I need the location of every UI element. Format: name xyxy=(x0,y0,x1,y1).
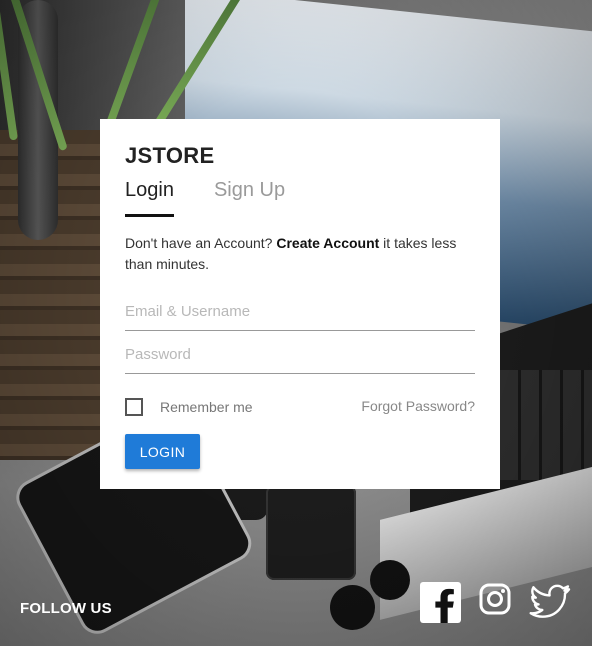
instagram-icon[interactable] xyxy=(478,582,512,616)
login-button[interactable]: LOGIN xyxy=(125,434,200,469)
remember-me-checkbox[interactable] xyxy=(125,398,143,416)
account-description: Don't have an Account? Create Account it… xyxy=(125,233,475,275)
follow-us-label: FOLLOW US xyxy=(20,600,112,617)
twitter-icon[interactable] xyxy=(528,582,572,622)
password-input[interactable] xyxy=(125,338,475,371)
email-username-input[interactable] xyxy=(125,295,475,328)
create-account-link[interactable]: Create Account xyxy=(276,235,379,251)
facebook-icon[interactable] xyxy=(420,582,461,623)
auth-tabs: Login Sign Up xyxy=(125,179,475,217)
forgot-password-link[interactable]: Forgot Password? xyxy=(361,398,475,414)
login-card: JSTORE Login Sign Up Don't have an Accou… xyxy=(100,119,500,489)
email-field-wrapper xyxy=(125,295,475,331)
options-row: Remember me Forgot Password? xyxy=(125,398,475,416)
brand-title: JSTORE xyxy=(125,143,215,168)
tab-login[interactable]: Login xyxy=(125,179,174,217)
remember-me-label: Remember me xyxy=(160,399,253,415)
tab-sign-up[interactable]: Sign Up xyxy=(214,179,285,217)
password-field-wrapper xyxy=(125,338,475,374)
remember-me-toggle[interactable]: Remember me xyxy=(125,398,253,416)
description-text: Don't have an Account? xyxy=(125,235,277,251)
